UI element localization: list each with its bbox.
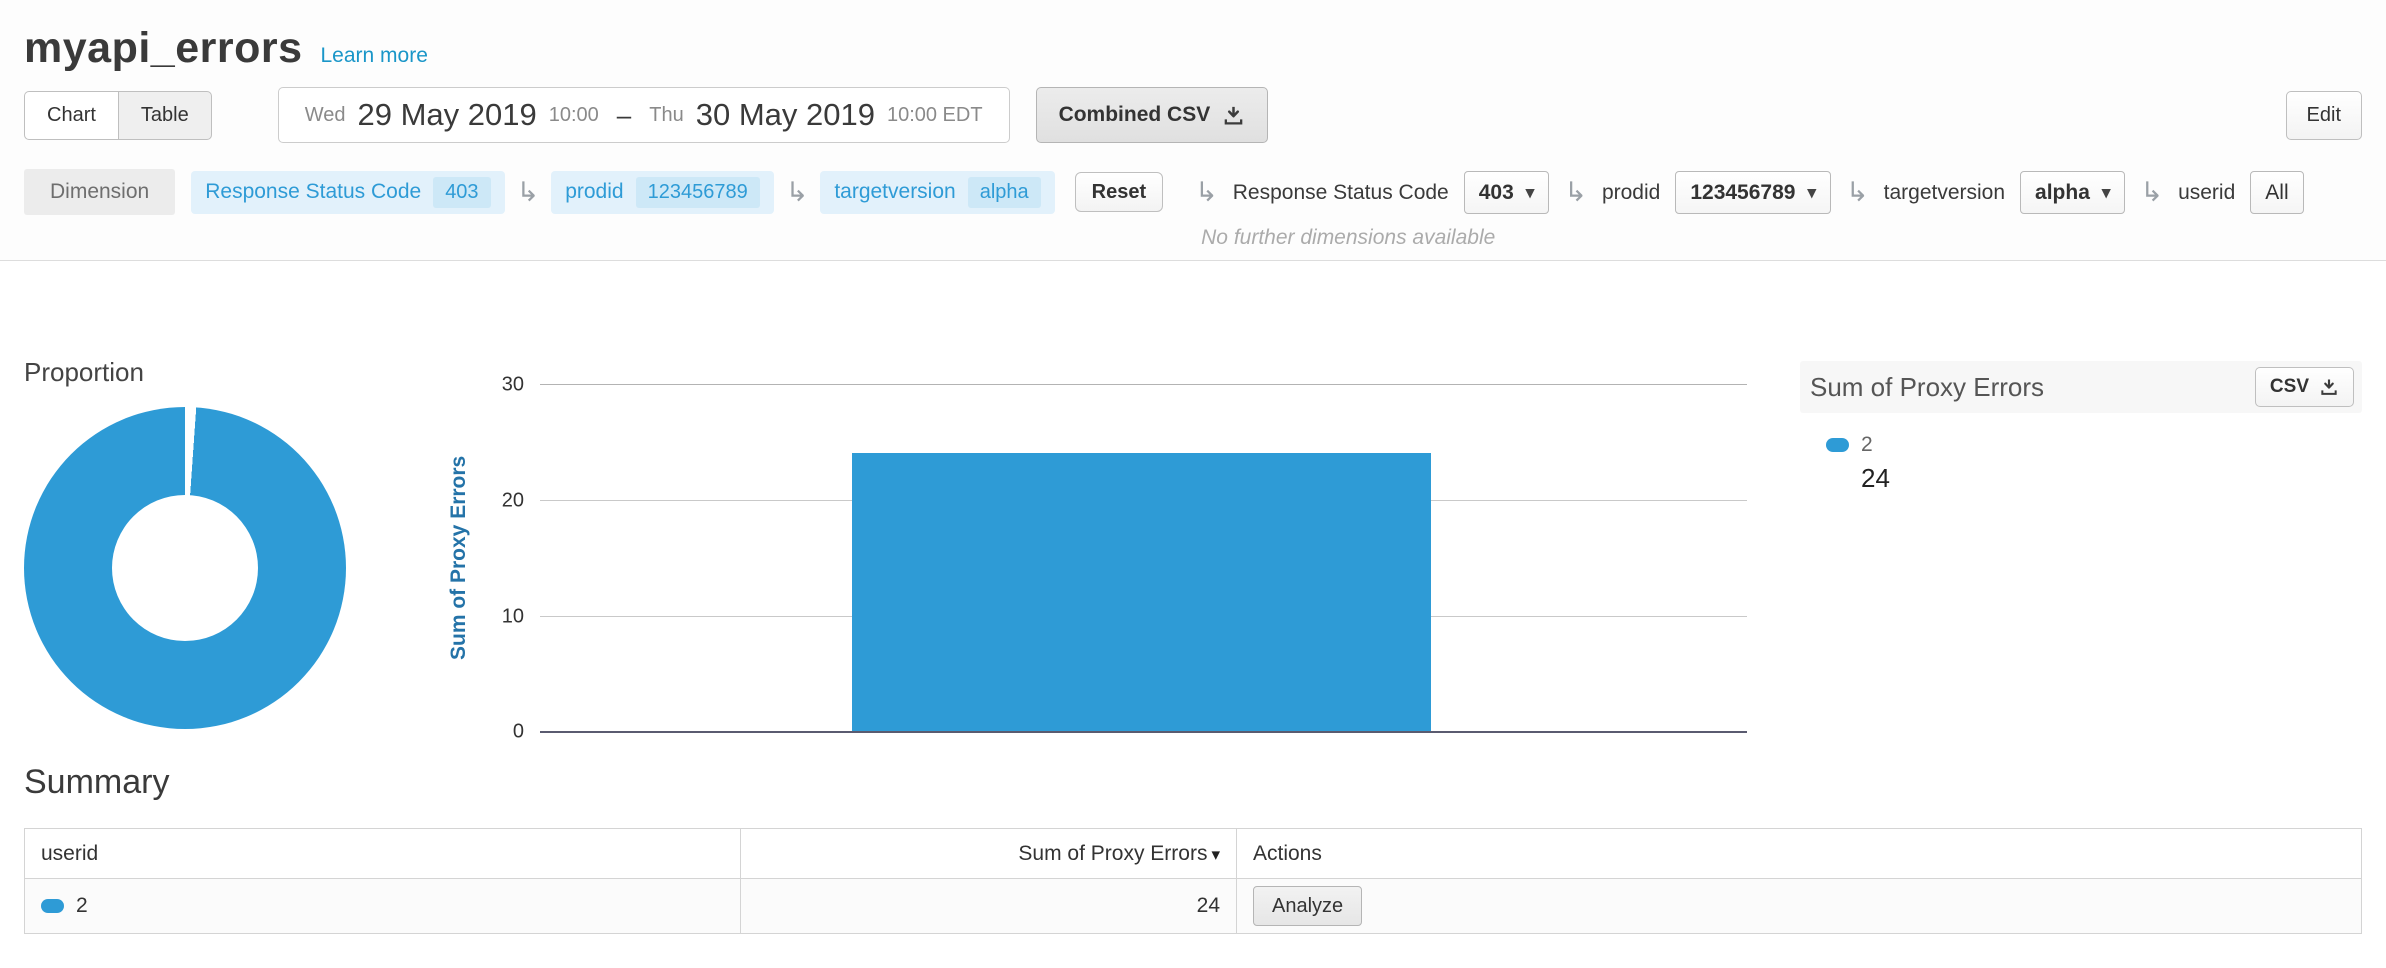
caret-down-icon: ▾ [2102,183,2111,203]
column-header-actions: Actions [1237,829,2362,879]
branch-arrow-icon: ↳ [1564,179,1587,206]
legend-header: Sum of Proxy Errors CSV [1800,361,2362,413]
y-tick-label: 0 [513,721,524,744]
learn-more-link[interactable]: Learn more [321,44,428,68]
edit-button[interactable]: Edit [2286,91,2362,140]
column-header-userid[interactable]: userid [25,829,741,879]
legend-swatch [1826,438,1849,452]
csv-label: CSV [2270,376,2309,398]
userid-value: 2 [76,894,88,918]
y-tick-label: 20 [502,489,524,512]
date-separator: – [617,100,631,131]
start-date: 29 May 2019 [357,97,536,133]
selector-value: alpha [2035,181,2090,205]
selector-name-targetversion: targetversion [1884,181,2005,205]
branch-arrow-icon: ↳ [2140,179,2163,206]
breadcrumb-targetversion[interactable]: targetversion alpha [820,171,1054,214]
donut-hole [112,495,258,641]
summary-table: userid Sum of Proxy Errors▾ Actions 2 [24,828,2362,934]
dimension-breadcrumbs: Response Status Code 403 ↳ prodid 123456… [191,169,1163,215]
selector-value: All [2265,181,2288,205]
breadcrumb-prodid[interactable]: prodid 123456789 [551,171,774,214]
table-row: 2 24 Analyze [25,879,2362,934]
cell-sum: 24 [741,879,1237,934]
page-title: myapi_errors [24,24,303,73]
y-tick-label: 30 [502,373,524,396]
bar-chart-plot: Sum of Proxy Errors 30 20 10 0 [540,384,1747,732]
donut-chart[interactable] [24,407,346,729]
proxy-errors-bar[interactable] [852,453,1431,731]
cell-userid: 2 [25,879,741,934]
title-row: myapi_errors Learn more [0,0,2386,73]
end-date: 30 May 2019 [696,97,875,133]
column-header-label: Sum of Proxy Errors [1018,842,1207,865]
toolbar: Chart Table Wed 29 May 2019 10:00 – Thu … [0,87,2386,143]
combined-csv-label: Combined CSV [1059,103,1211,127]
dimension-label: Dimension [24,169,175,215]
breadcrumb-value: 403 [433,177,490,208]
summary-section: Summary userid Sum of Proxy Errors▾ Acti… [0,751,2386,934]
selector-dropdown-response-status-code[interactable]: 403 ▾ [1464,171,1550,214]
reset-button[interactable]: Reset [1075,172,1163,212]
dimensions-bar: Dimension Response Status Code 403 ↳ pro… [0,169,2386,250]
main-content: Proportion Sum of Proxy Errors 30 20 10 … [0,261,2386,934]
proportion-title: Proportion [24,357,144,388]
legend-title: Sum of Proxy Errors [1810,372,2044,403]
breadcrumb-name: prodid [565,180,623,204]
legend-key: 2 [1861,433,1873,457]
end-day: Thu [649,104,683,127]
gridline-30: 30 [540,384,1747,385]
branch-arrow-icon: ↳ [1846,179,1869,206]
breadcrumb-value: alpha [968,177,1041,208]
caret-down-icon: ▾ [1807,183,1816,203]
csv-button[interactable]: CSV [2255,367,2354,407]
y-axis-title: Sum of Proxy Errors [444,384,474,732]
branch-arrow-icon: ↳ [1195,179,1218,206]
download-icon [2319,377,2339,397]
table-view-button[interactable]: Table [118,91,212,140]
breadcrumb-name: targetversion [834,180,955,204]
selector-dropdown-prodid[interactable]: 123456789 ▾ [1675,171,1831,214]
legend-value: 24 [1861,463,2362,494]
view-toggle: Chart Table [24,91,212,140]
selector-name-prodid: prodid [1602,181,1660,205]
breadcrumb-name: Response Status Code [205,180,421,204]
legend-key-row: 2 [1826,433,2362,457]
selector-name-userid: userid [2178,181,2235,205]
x-axis-baseline: 0 [540,731,1747,733]
combined-csv-button[interactable]: Combined CSV [1036,87,1269,143]
start-time: 10:00 [549,104,599,127]
summary-title: Summary [24,763,2362,802]
selector-value: 403 [1479,181,1514,205]
selector-name-response-status-code: Response Status Code [1233,181,1449,205]
start-day: Wed [305,104,346,127]
analytics-dashboard: myapi_errors Learn more Chart Table Wed … [0,0,2386,934]
selector-dropdown-targetversion[interactable]: alpha ▾ [2020,171,2125,214]
branch-arrow-icon: ↳ [786,179,809,206]
dimension-selectors: ↳ Response Status Code 403 ▾ ↳ prodid 12… [1195,169,2362,250]
breadcrumb-value: 123456789 [636,177,760,208]
sort-desc-icon: ▾ [1211,845,1220,864]
breadcrumb-response-status-code[interactable]: Response Status Code 403 [191,171,504,214]
caret-down-icon: ▾ [1526,183,1535,203]
legend-item[interactable]: 2 24 [1800,433,2362,494]
date-range-picker[interactable]: Wed 29 May 2019 10:00 – Thu 30 May 2019 … [278,87,1010,143]
y-tick-label: 10 [502,605,524,628]
legend-panel: Sum of Proxy Errors CSV 2 [1800,361,2362,494]
page-header: myapi_errors Learn more Chart Table Wed … [0,0,2386,261]
cell-actions: Analyze [1237,879,2362,934]
chart-view-button[interactable]: Chart [24,91,118,140]
table-header-row: userid Sum of Proxy Errors▾ Actions [25,829,2362,879]
branch-arrow-icon: ↳ [517,179,540,206]
selector-value: 123456789 [1690,181,1795,205]
column-header-sum-of-proxy-errors[interactable]: Sum of Proxy Errors▾ [741,829,1237,879]
download-icon [1222,104,1245,127]
charts-section: Proportion Sum of Proxy Errors 30 20 10 … [0,261,2386,751]
end-time: 10:00 EDT [887,104,983,127]
userid-all-button[interactable]: All [2250,171,2303,214]
no-further-dimensions-text: No further dimensions available [1201,226,1495,250]
row-swatch [41,899,64,913]
analyze-button[interactable]: Analyze [1253,886,1362,926]
